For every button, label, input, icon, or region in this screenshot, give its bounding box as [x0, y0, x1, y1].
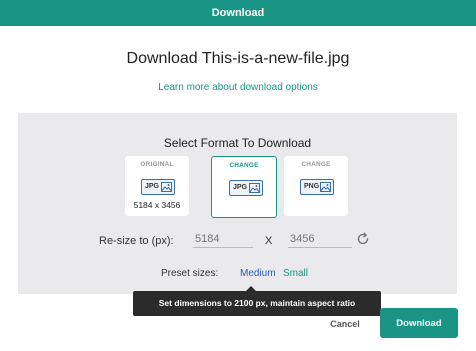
- dialog-title: Download This-is-a-new-file.jpg: [126, 50, 350, 67]
- resize-height-input[interactable]: [288, 231, 352, 248]
- format-label: PNG: [304, 183, 320, 190]
- cancel-button[interactable]: Cancel: [320, 312, 370, 336]
- image-icon: [320, 182, 331, 192]
- card-label: CHANGE: [301, 161, 331, 168]
- resize-label: Re-size to (px):: [99, 235, 174, 247]
- card-label: ORIGINAL: [140, 161, 174, 168]
- format-card-original[interactable]: ORIGINAL JPG 5184 x 3456: [125, 156, 189, 216]
- format-section-title: Select Format To Download: [163, 136, 312, 150]
- image-icon: [249, 183, 260, 193]
- download-button[interactable]: Download: [380, 308, 458, 338]
- reset-dimensions-icon[interactable]: [356, 232, 370, 246]
- card-label: CHANGE: [229, 162, 259, 169]
- format-card-change-jpg[interactable]: CHANGE JPG: [211, 156, 277, 218]
- format-label: JPG: [145, 183, 160, 190]
- tooltip-text: Set dimensions to 2100 px, maintain aspe…: [158, 298, 356, 308]
- format-label: JPG: [233, 184, 248, 191]
- download-options-panel: Select Format To Download ORIGINAL JPG 5…: [18, 113, 457, 294]
- jpg-format-badge: JPG: [229, 180, 263, 196]
- preset-small-link[interactable]: Small: [283, 268, 308, 279]
- image-icon: [161, 182, 172, 192]
- png-format-badge: PNG: [300, 179, 334, 195]
- resize-width-input[interactable]: [193, 231, 253, 248]
- jpg-format-badge: JPG: [141, 179, 175, 195]
- preset-medium-link[interactable]: Medium: [240, 268, 276, 279]
- tooltip-arrow: [245, 286, 257, 292]
- dimension-separator: X: [265, 235, 273, 247]
- dialog-header: Download: [0, 0, 476, 26]
- original-dimensions: 5184 x 3456: [133, 200, 181, 210]
- preset-sizes-label: Preset sizes:: [161, 268, 219, 279]
- learn-more-link[interactable]: Learn more about download options: [0, 82, 476, 93]
- format-card-change-png[interactable]: CHANGE PNG: [284, 156, 348, 216]
